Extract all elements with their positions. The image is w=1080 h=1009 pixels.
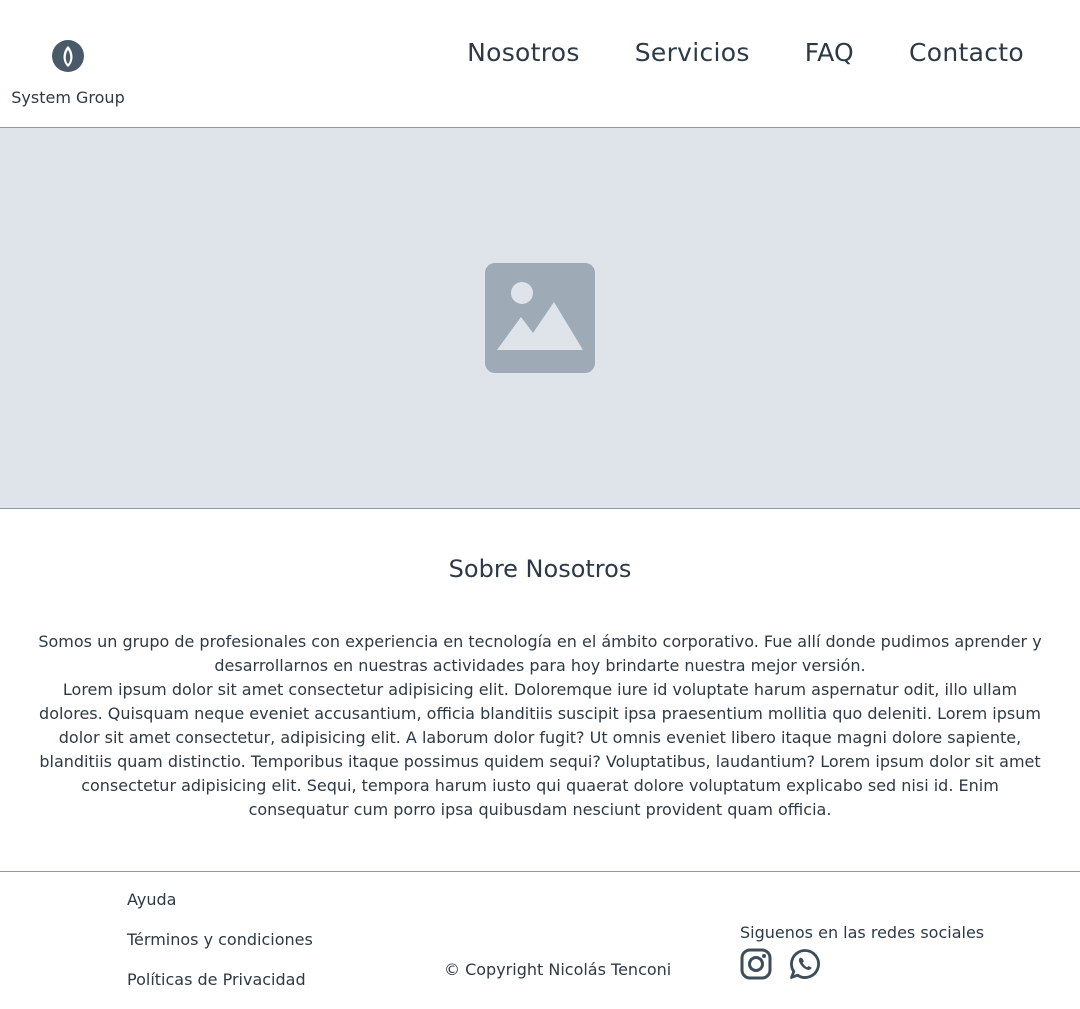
whatsapp-icon[interactable] xyxy=(789,948,821,980)
nav-item-faq[interactable]: FAQ xyxy=(805,38,854,67)
instagram-icon[interactable] xyxy=(740,948,772,980)
footer-links: Ayuda Términos y condiciones Políticas d… xyxy=(127,888,313,1008)
about-paragraph: Lorem ipsum dolor sit amet consectetur a… xyxy=(39,680,1041,819)
social-section: Siguenos en las redes sociales xyxy=(740,923,984,980)
brand-name: System Group xyxy=(11,88,125,107)
social-title: Siguenos en las redes sociales xyxy=(740,923,985,942)
site-header: System Group Nosotros Servicios FAQ Cont… xyxy=(0,0,1080,128)
hero-banner xyxy=(0,128,1080,509)
copyright-text: © Copyright Nicolás Tenconi xyxy=(444,960,672,979)
footer-link-privacidad[interactable]: Políticas de Privacidad xyxy=(127,968,313,1008)
footer-link-terminos[interactable]: Términos y condiciones xyxy=(127,928,313,968)
site-footer: Ayuda Términos y condiciones Políticas d… xyxy=(0,871,1080,1009)
about-title: Sobre Nosotros xyxy=(448,555,632,583)
image-placeholder-icon xyxy=(485,263,595,373)
social-icons xyxy=(740,948,984,980)
main-nav: Nosotros Servicios FAQ Contacto xyxy=(467,38,1024,67)
nav-item-contacto[interactable]: Contacto xyxy=(909,38,1024,67)
about-text: Somos un grupo de profesionales con expe… xyxy=(36,630,1044,822)
nav-item-nosotros[interactable]: Nosotros xyxy=(467,38,580,67)
logo[interactable]: System Group xyxy=(0,36,136,116)
about-paragraph: Somos un grupo de profesionales con expe… xyxy=(38,632,1042,675)
nav-item-servicios[interactable]: Servicios xyxy=(635,38,750,67)
footer-link-ayuda[interactable]: Ayuda xyxy=(127,888,313,928)
logo-icon xyxy=(52,40,84,72)
